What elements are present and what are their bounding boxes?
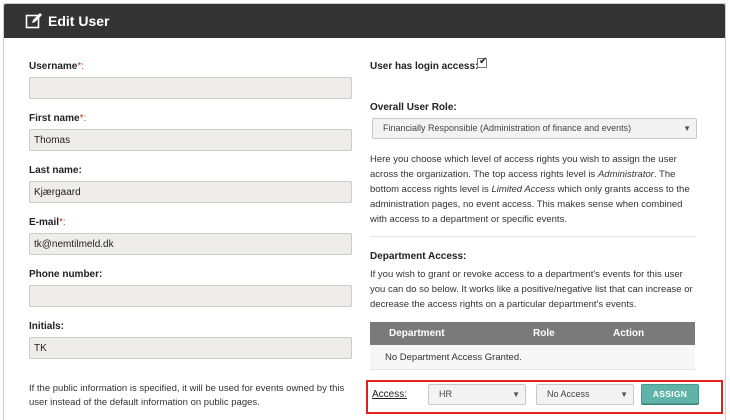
last-name-input[interactable]: [29, 181, 352, 203]
empty-table-text: No Department Access Granted.: [385, 352, 522, 363]
column-department: Department: [389, 328, 445, 339]
panel-header: Edit User: [4, 4, 725, 38]
department-select-value: HR: [439, 389, 452, 399]
role-description: Here you choose which level of access ri…: [370, 154, 690, 225]
chevron-down-icon: ▼: [620, 390, 628, 399]
role-select-value: Financially Responsible (Administration …: [383, 123, 632, 133]
column-action: Action: [613, 328, 645, 339]
required-marker: *:: [59, 217, 66, 228]
role-select[interactable]: Financially Responsible (Administration …: [372, 118, 697, 139]
phone-label: Phone number:: [29, 269, 103, 280]
chevron-down-icon: ▼: [683, 124, 691, 133]
first-name-input[interactable]: [29, 129, 352, 151]
public-info-note: If the public information is specified, …: [29, 383, 345, 408]
email-label: E-mail*:: [29, 217, 66, 228]
initials-input[interactable]: [29, 337, 352, 359]
required-marker: *:: [77, 61, 85, 72]
page-title: Edit User: [48, 13, 110, 29]
required-marker: *:: [79, 113, 87, 124]
role-label: Overall User Role:: [370, 102, 457, 113]
edit-icon: [25, 13, 42, 29]
email-input[interactable]: [29, 233, 352, 255]
initials-label: Initials:: [29, 321, 65, 332]
department-access-description: If you wish to grant or revoke access to…: [370, 269, 693, 310]
column-role: Role: [533, 328, 555, 339]
access-level-select[interactable]: No Access ▼: [536, 384, 634, 405]
role-bottom-level: Limited Access: [491, 184, 555, 195]
department-access-label: Department Access:: [370, 251, 467, 262]
login-access-checkbox[interactable]: ✔: [477, 56, 488, 68]
chevron-down-icon: ▼: [512, 390, 520, 399]
username-label: Username*:: [29, 61, 85, 72]
phone-input[interactable]: [29, 285, 352, 307]
username-input[interactable]: [29, 77, 352, 99]
first-name-label: First name*:: [29, 113, 87, 124]
access-level-select-value: No Access: [547, 389, 590, 399]
divider: [370, 236, 696, 237]
department-table-header: Department Role Action: [370, 322, 695, 345]
department-table-empty-row: No Department Access Granted.: [370, 345, 695, 370]
access-assign-label: Access:: [372, 389, 408, 400]
role-top-level: Administrator: [597, 169, 654, 180]
login-access-label: User has login access:: [370, 61, 479, 72]
last-name-label: Last name:: [29, 165, 82, 176]
department-select[interactable]: HR ▼: [428, 384, 526, 405]
assign-button[interactable]: ASSIGN: [641, 384, 699, 404]
checkmark-icon: ✔: [479, 56, 488, 67]
